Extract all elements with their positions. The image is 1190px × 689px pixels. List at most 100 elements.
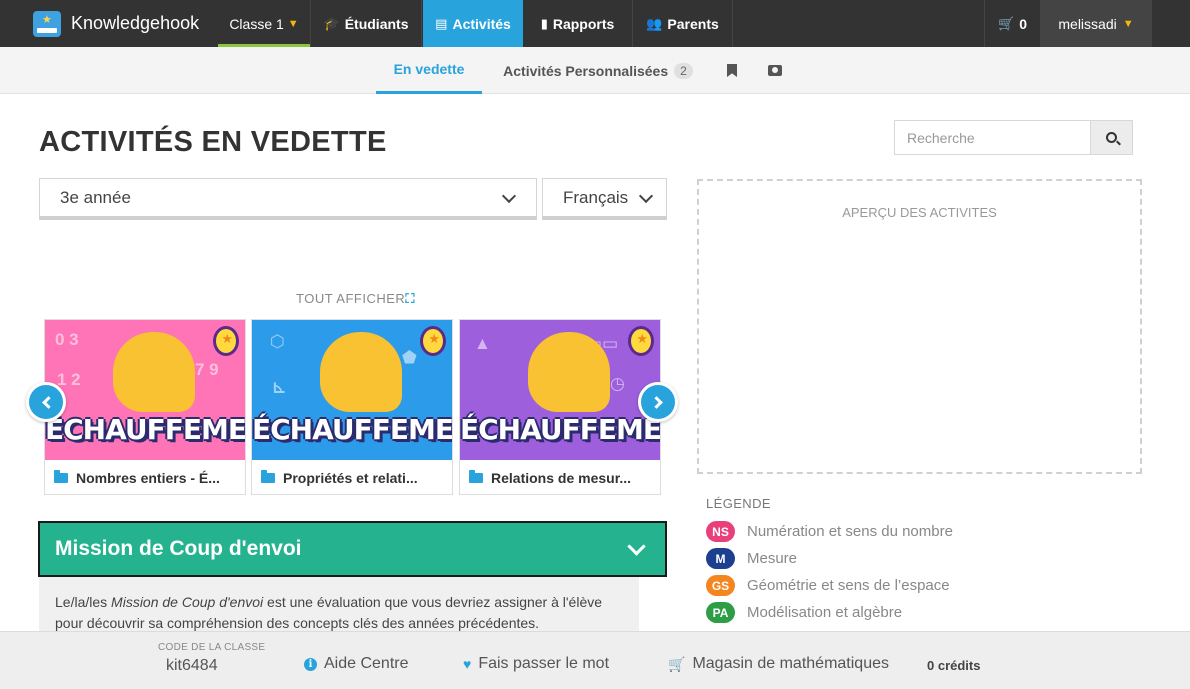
nav-activities-label: Activités xyxy=(452,15,511,32)
card-label-row: Propriétés et relati... xyxy=(252,460,452,496)
knowledgehook-logo-icon: ★ xyxy=(33,10,61,37)
card-label-row: Relations de mesur... xyxy=(460,460,660,496)
nav-reports-label: Rapports xyxy=(552,15,615,32)
legend-item: M Mesure xyxy=(706,548,797,569)
carousel-next-button[interactable] xyxy=(638,382,678,422)
card-word: ÉCHAUFFEMENTS xyxy=(460,413,660,446)
mission-panel-header[interactable]: Mission de Coup d'envoi xyxy=(38,521,667,577)
activity-card-image: ⬡ ⬟ ⊾ ★ ÉCHAUFFEMENTS xyxy=(252,320,452,460)
brand-name: Knowledgehook xyxy=(71,13,200,33)
mission-desc-pre: Le/la/les xyxy=(55,594,112,610)
clock-decoration: ◷ xyxy=(610,374,625,393)
user-menu[interactable]: melissadi ▼ xyxy=(1040,0,1152,47)
class-selector[interactable]: Classe 1 ▼ xyxy=(218,0,310,47)
expand-icon: ⛶ xyxy=(405,291,415,306)
cart-count: 0 xyxy=(1019,15,1027,32)
activity-card-image: ▲ ▭▭▭ ◷ ★ ÉCHAUFFEMENTS xyxy=(460,320,660,460)
legend-item: NS Numération et sens du nombre xyxy=(706,521,953,542)
star-icon: ★ xyxy=(428,331,440,346)
search-icon xyxy=(1106,132,1117,143)
mission-title: Mission de Coup d'envoi xyxy=(55,537,302,560)
footer-bar: CODE DE LA CLASSE kit6484 i Aide Centre … xyxy=(0,631,1190,689)
custom-count-badge: 2 xyxy=(674,62,693,79)
preview-title: APERÇU DES ACTIVITES xyxy=(842,205,997,220)
search-input[interactable]: Recherche xyxy=(894,120,1091,155)
tab-bookmarks[interactable] xyxy=(720,47,744,94)
pentagon-decoration: ⬟ xyxy=(402,348,417,367)
mission-desc-em: Mission de Coup d'envoi xyxy=(111,594,264,610)
heart-icon: ♥ xyxy=(463,656,472,672)
flexed-arm-icon xyxy=(528,332,610,412)
weight-decoration: ▲ xyxy=(474,334,491,353)
class-code-value: kit6484 xyxy=(166,657,218,674)
chevron-down-icon xyxy=(638,188,654,204)
chevron-down-icon: ▼ xyxy=(1122,17,1134,30)
bookmark-icon xyxy=(727,64,737,77)
card-title: Relations de mesur... xyxy=(491,470,632,486)
cart-icon: 🛒 xyxy=(998,15,1015,31)
legend-label: Modélisation et algèbre xyxy=(747,604,903,621)
tab-custom-label: Activités Personnalisées xyxy=(503,62,669,79)
tab-featured[interactable]: En vedette xyxy=(376,47,482,94)
legend-item: PA Modélisation et algèbre xyxy=(706,602,902,623)
chevron-right-icon xyxy=(649,395,663,409)
nav-parents-label: Parents xyxy=(667,15,719,32)
show-all-label: TOUT AFFICHER xyxy=(296,291,406,306)
cart-button[interactable]: 🛒 0 xyxy=(984,0,1040,47)
class-code-label: CODE DE LA CLASSE xyxy=(158,642,266,653)
cart-icon: 🛒 xyxy=(668,655,686,672)
help-center-label: Aide Centre xyxy=(324,655,409,672)
credits-count: 0 crédits xyxy=(927,658,981,673)
activity-card-image: 0 3 1 2 7 9 ★ ÉCHAUFFEMENTS xyxy=(45,320,245,460)
nav-students-label: Étudiants xyxy=(344,15,409,32)
info-icon: i xyxy=(304,657,317,671)
math-store-link[interactable]: 🛒 Magasin de mathématiques xyxy=(668,655,889,673)
chevron-down-icon xyxy=(627,537,646,556)
show-all-link[interactable]: TOUT AFFICHER⛶ xyxy=(296,291,415,307)
tab-custom-activities[interactable]: Activités Personnalisées 2 xyxy=(485,47,711,94)
activity-preview-panel: APERÇU DES ACTIVITES xyxy=(697,179,1142,474)
tab-featured-label: En vedette xyxy=(393,61,465,77)
legend-badge: NS xyxy=(706,521,735,542)
flexed-arm-icon xyxy=(320,332,402,412)
card-word: ÉCHAUFFEMENTS xyxy=(45,413,245,446)
grade-select[interactable]: 3e année xyxy=(39,178,537,220)
search-button[interactable] xyxy=(1090,120,1133,155)
legend-item: GS Géométrie et sens de l’espace xyxy=(706,575,950,596)
number-decoration: 1 2 xyxy=(57,370,81,389)
tab-snapshots[interactable] xyxy=(762,47,788,94)
legend-label: Mesure xyxy=(747,550,798,567)
help-center-link[interactable]: i Aide Centre xyxy=(304,655,409,673)
mission-description: Le/la/les Mission de Coup d'envoi est un… xyxy=(39,577,639,633)
graduation-cap-icon: 🎓 xyxy=(323,15,340,31)
bar-chart-icon: ▮ xyxy=(540,15,548,31)
legend-badge: GS xyxy=(706,575,735,596)
cube-decoration: ⬡ xyxy=(270,332,285,351)
activity-card[interactable]: 0 3 1 2 7 9 ★ ÉCHAUFFEMENTS Nombres enti… xyxy=(44,319,246,495)
card-label-row: Nombres entiers - É... xyxy=(45,460,245,496)
sub-navbar: En vedette Activités Personnalisées 2 xyxy=(0,47,1190,94)
chevron-down-icon: ▼ xyxy=(287,17,299,30)
legend-title: LÉGENDE xyxy=(706,496,771,511)
brand-link[interactable]: ★ Knowledgehook xyxy=(0,0,199,47)
activity-card[interactable]: ⬡ ⬟ ⊾ ★ ÉCHAUFFEMENTS Propriétés et rela… xyxy=(251,319,453,495)
language-select-value: Français xyxy=(563,187,629,207)
card-title: Nombres entiers - É... xyxy=(76,470,220,486)
flexed-arm-icon xyxy=(113,332,195,412)
carousel-prev-button[interactable] xyxy=(26,382,66,422)
top-navbar: ★ Knowledgehook Classe 1 ▼ 🎓 Étudiants ▤… xyxy=(0,0,1190,47)
grade-select-value: 3e année xyxy=(60,187,131,207)
share-link[interactable]: ♥ Fais passer le mot xyxy=(463,655,609,673)
nav-students[interactable]: 🎓 Étudiants xyxy=(310,0,422,47)
camera-icon xyxy=(768,65,782,76)
nav-activities[interactable]: ▤ Activités xyxy=(423,0,523,47)
nav-reports[interactable]: ▮ Rapports xyxy=(523,0,633,47)
card-title: Propriétés et relati... xyxy=(283,470,418,486)
nav-parents[interactable]: 👥 Parents xyxy=(633,0,733,47)
folder-icon xyxy=(54,470,68,483)
activity-card[interactable]: ▲ ▭▭▭ ◷ ★ ÉCHAUFFEMENTS Relations de mes… xyxy=(459,319,661,495)
number-decoration: 7 9 xyxy=(195,360,219,379)
language-select[interactable]: Français xyxy=(542,178,667,220)
class-selector-label: Classe 1 xyxy=(229,15,284,32)
folder-icon xyxy=(261,470,275,483)
